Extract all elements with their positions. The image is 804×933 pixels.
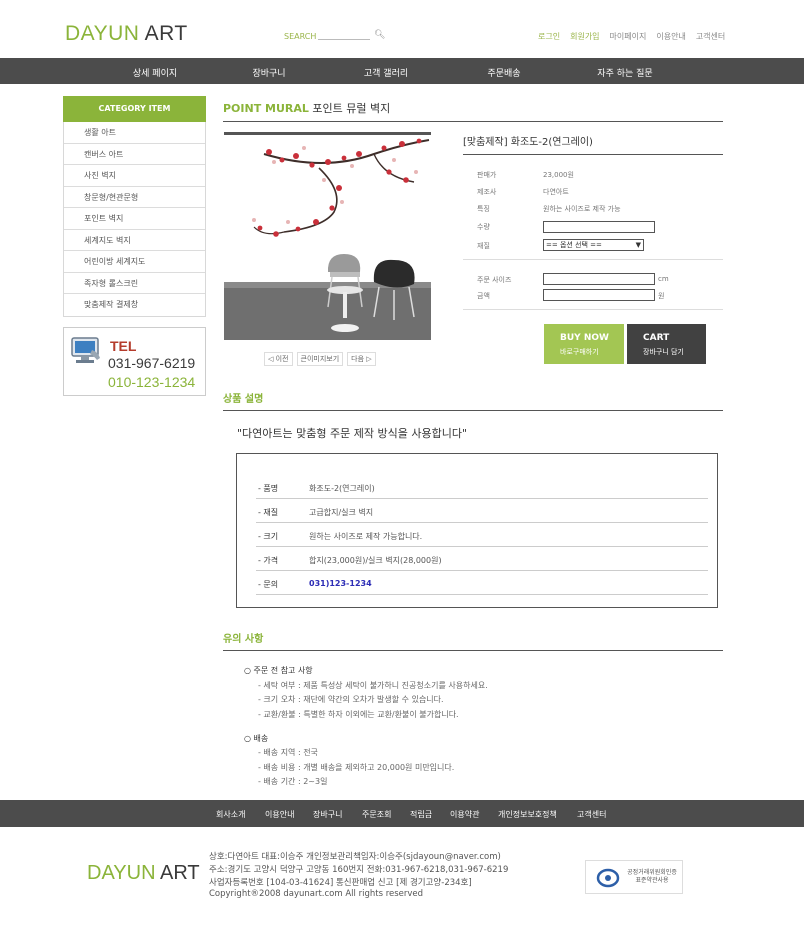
qty-label: 수량 — [477, 223, 490, 231]
footer-info: 사업자등록번호 [104-03-41624] 통신판매업 신고 [제 경기고양-… — [209, 878, 472, 888]
maker-label: 제조사 — [477, 188, 497, 196]
certification-badge: 공정거래위원회인증 표준약관사용 — [585, 860, 683, 894]
chevron-down-icon: ▼ — [635, 241, 641, 249]
spec-row: - 크기 원하는 사이즈로 제작 가능합니다. — [256, 523, 708, 547]
footer-logo[interactable]: DAYUN ART — [87, 862, 200, 885]
next-image-button[interactable]: 다음 ▷ — [347, 352, 376, 366]
material-label: 재질 — [477, 242, 490, 250]
nav-gallery[interactable]: 고객 갤러리 — [364, 66, 408, 79]
divider — [463, 309, 723, 310]
footer-link[interactable]: 회사소개 — [216, 809, 245, 820]
main-nav: 상세 페이지 장바구니 고객 갤러리 주문배송 자주 하는 질문 — [0, 58, 804, 84]
feature-value: 원하는 사이즈로 제작 가능 — [543, 205, 621, 213]
spec-row: - 문의 031)123-1234 — [256, 571, 708, 595]
category-list: 생활 아트 캔버스 아트 사진 벽지 창문형/현관문형 포인트 벽지 세계지도 … — [63, 122, 206, 317]
search-input[interactable] — [318, 39, 370, 40]
category-item[interactable]: 세계지도 벽지 — [64, 230, 205, 251]
category-item[interactable]: 포인트 벽지 — [64, 208, 205, 230]
nav-detail[interactable]: 상세 페이지 — [133, 66, 177, 79]
size-input[interactable] — [543, 273, 655, 285]
notice-item: - 배송 기간 : 2~3일 — [258, 777, 328, 786]
category-item[interactable]: 맞춤제작 결제창 — [64, 294, 205, 316]
notice-title: 유의 사항 — [223, 630, 723, 651]
footer-info: Copyright®2008 dayunart.com All rights r… — [209, 889, 424, 899]
material-select[interactable]: == 옵션 선택 == ▼ — [543, 239, 644, 251]
tel-banner: TEL 031-967-6219 010-123-1234 — [63, 327, 206, 396]
tel-number-2: 010-123-1234 — [108, 374, 196, 390]
search-box[interactable]: SEARCH 🔍︎ — [284, 30, 385, 44]
footer-link[interactable]: 개인정보보호정책 — [498, 809, 557, 820]
category-title: CATEGORY ITEM — [63, 96, 206, 122]
notice-group-title: ○ 주문 전 참고 사항 — [244, 666, 313, 675]
maker-value: 다연아트 — [543, 188, 569, 196]
size-label: 주문 사이즈 — [477, 276, 512, 284]
search-label: SEARCH — [284, 32, 317, 41]
category-item[interactable]: 캔버스 아트 — [64, 144, 205, 165]
nav-delivery[interactable]: 주문배송 — [487, 66, 520, 79]
feature-label: 특징 — [477, 205, 490, 213]
search-icon[interactable]: 🔍︎ — [374, 30, 385, 40]
notice-group-title: ○ 배송 — [244, 734, 269, 743]
footer-link[interactable]: 이용약관 — [450, 809, 479, 820]
footer-link[interactable]: 주문조회 — [362, 809, 391, 820]
spec-table: - 품명 화조도-2(연그레이) - 재질 고급합지/실크 벽지 - 크기 원하는 사… — [236, 453, 718, 608]
footer-info: 주소:경기도 고양시 덕양구 고양동 160번지 전화:031-967-6218… — [209, 865, 509, 875]
site-logo[interactable]: DAYUN ART — [65, 22, 188, 46]
footer-link[interactable]: 이용안내 — [265, 809, 294, 820]
price-label: 판매가 — [477, 171, 497, 179]
size-unit: cm — [658, 275, 669, 283]
amount-label: 금액 — [477, 292, 490, 300]
page-title: POINT MURAL 포인트 뮤럴 벽지 — [223, 100, 723, 122]
spec-row: - 가격 합지(23,000원)/실크 벽지(28,000원) — [256, 547, 708, 571]
divider — [463, 259, 723, 260]
top-links: 로그인 회원가입 마이페이지 이용안내 고객센터 — [538, 31, 725, 42]
notice-item: - 배송 비용 : 개별 배송을 제외하고 20,000원 미만입니다. — [258, 763, 455, 772]
product-image[interactable] — [224, 132, 431, 340]
category-item[interactable]: 족자형 롤스크린 — [64, 273, 205, 294]
mypage-link[interactable]: 마이페이지 — [610, 31, 647, 42]
add-to-cart-button[interactable]: CART 장바구니 담기 — [627, 324, 706, 364]
notice-item: - 세탁 여부 : 제품 특성상 세탁이 불가하니 진공청소기를 사용하세요. — [258, 681, 488, 690]
amount-unit: 원 — [658, 292, 665, 300]
spec-row: - 품명 화조도-2(연그레이) — [256, 475, 708, 499]
footer-link[interactable]: 적립금 — [410, 809, 432, 820]
footer-link[interactable]: 장바구니 — [313, 809, 342, 820]
notice-item: - 교환/환불 : 특별한 하자 이외에는 교환/환불이 불가합니다. — [258, 710, 459, 719]
phone-monitor-icon — [71, 337, 100, 363]
login-link[interactable]: 로그인 — [538, 31, 560, 42]
prev-image-button[interactable]: ◁ 이전 — [264, 352, 293, 366]
qty-input[interactable] — [543, 221, 655, 233]
product-name: [맞춤제작] 화조도-2(연그레이) — [463, 133, 723, 155]
category-item[interactable]: 창문형/현관문형 — [64, 187, 205, 208]
zoom-image-button[interactable]: 큰이미지보기 — [296, 352, 344, 366]
amount-input[interactable] — [543, 289, 655, 301]
buy-now-button[interactable]: BUY NOW 바로구매하기 — [544, 324, 624, 364]
certification-emblem-icon — [596, 868, 620, 888]
notice-item: - 크기 오차 : 재단에 약간의 오차가 발생할 수 있습니다. — [258, 695, 444, 704]
description-title: 상품 설명 — [223, 390, 723, 411]
footer-link[interactable]: 고객센터 — [577, 809, 606, 820]
footer-nav: 회사소개 이용안내 장바구니 주문조회 적립금 이용약관 개인정보보호정책 고객… — [0, 800, 804, 827]
footer-info: 상호:다연아트 대표:이승주 개인정보관리책임자:이승주(sjdayoun@na… — [209, 852, 501, 862]
nav-cart[interactable]: 장바구니 — [252, 66, 285, 79]
guide-link[interactable]: 이용안내 — [656, 31, 685, 42]
category-item[interactable]: 생활 아트 — [64, 122, 205, 144]
notice-item: - 배송 지역 : 전국 — [258, 748, 318, 757]
category-item[interactable]: 사진 벽지 — [64, 165, 205, 187]
customer-center-link[interactable]: 고객센터 — [696, 31, 725, 42]
category-item[interactable]: 어린이방 세계지도 — [64, 251, 205, 273]
price-value: 23,000원 — [543, 171, 574, 179]
spec-row: - 재질 고급합지/실크 벽지 — [256, 499, 708, 523]
tel-label: TEL — [110, 338, 137, 354]
description-quote: "다연아트는 맞춤형 주문 제작 방식을 사용합니다" — [237, 427, 468, 440]
tel-number-1: 031-967-6219 — [108, 355, 196, 371]
signup-link[interactable]: 회원가입 — [570, 31, 599, 42]
nav-faq[interactable]: 자주 하는 질문 — [597, 66, 652, 79]
image-nav: ◁ 이전 큰이미지보기 다음 ▷ — [264, 352, 376, 366]
